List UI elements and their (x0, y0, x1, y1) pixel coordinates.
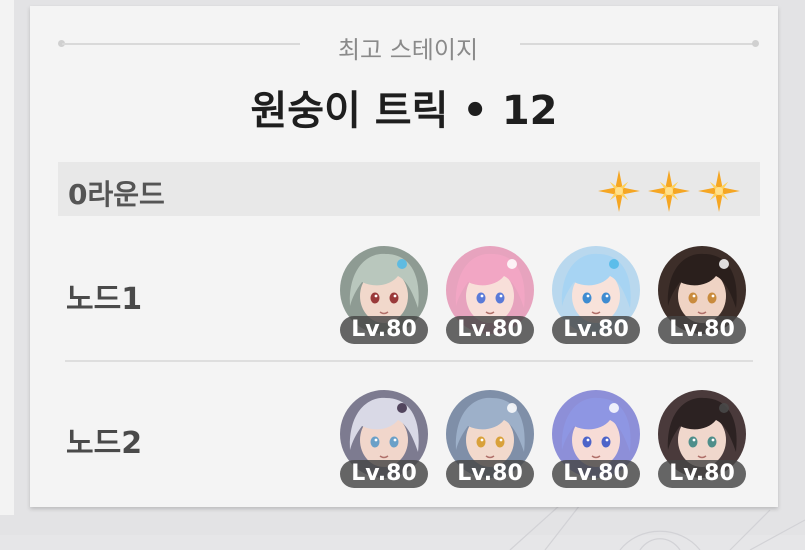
character-slot[interactable]: Lv.80 (340, 246, 428, 346)
node-1-team: Lv.80 Lv.80 Lv.80 Lv.80 (340, 246, 764, 346)
round-label: 0라운드 (68, 178, 165, 211)
node-2-team: Lv.80 Lv.80 Lv.80 Lv.80 (340, 390, 764, 490)
character-slot[interactable]: Lv.80 (658, 246, 746, 346)
node-row-1: 노드1 Lv.80 Lv.80 Lv.80 Lv.80 (58, 242, 760, 344)
header-dot-right (752, 40, 759, 47)
character-level-badge: Lv.80 (340, 460, 428, 488)
node-label: 노드2 (66, 426, 143, 461)
node-row-2: 노드2 Lv.80 Lv.80 Lv.80 Lv.80 (58, 386, 760, 488)
character-level-badge: Lv.80 (658, 460, 746, 488)
character-slot[interactable]: Lv.80 (658, 390, 746, 490)
character-level-badge: Lv.80 (658, 316, 746, 344)
star-icon (598, 170, 640, 212)
character-slot[interactable]: Lv.80 (552, 246, 640, 346)
header-line-right (520, 43, 758, 45)
character-slot[interactable]: Lv.80 (446, 246, 534, 346)
character-slot[interactable]: Lv.80 (340, 390, 428, 490)
section-header: 최고 스테이지 (58, 28, 759, 64)
character-slot[interactable]: Lv.80 (446, 390, 534, 490)
star-icon (698, 170, 740, 212)
background-decoration (509, 505, 805, 550)
character-level-badge: Lv.80 (446, 316, 534, 344)
character-level-badge: Lv.80 (446, 460, 534, 488)
round-summary-bar: 0라운드 (58, 162, 760, 216)
stage-title: 원숭이 트릭 • 12 (250, 88, 558, 134)
best-stage-label: 최고 스테이지 (337, 36, 479, 64)
star-rating (596, 168, 742, 212)
character-level-badge: Lv.80 (552, 460, 640, 488)
star-icon (648, 170, 690, 212)
character-slot[interactable]: Lv.80 (552, 390, 640, 490)
best-stage-card: 최고 스테이지 원숭이 트릭 • 12 0라운드 노드1 Lv.80 Lv.80 L… (30, 6, 778, 507)
background-panel-left (0, 0, 14, 515)
node-label: 노드1 (66, 282, 143, 317)
node-divider (65, 360, 753, 362)
character-level-badge: Lv.80 (340, 316, 428, 344)
character-level-badge: Lv.80 (552, 316, 640, 344)
